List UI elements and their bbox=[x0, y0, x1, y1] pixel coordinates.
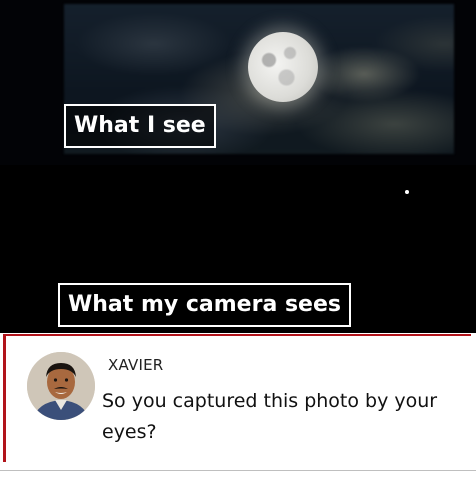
divider bbox=[0, 470, 476, 471]
moon-dot bbox=[405, 190, 409, 194]
comment-card: XAVIER So you captured this photo by you… bbox=[3, 334, 471, 462]
comment-author: XAVIER bbox=[108, 356, 164, 374]
avatar-portrait-icon bbox=[27, 352, 95, 420]
comment-text: So you captured this photo by your eyes? bbox=[102, 390, 438, 443]
avatar bbox=[27, 352, 95, 420]
meme-image: What I see What my camera sees XAVIER So… bbox=[0, 0, 476, 479]
camera-sees-caption: What my camera sees bbox=[58, 283, 351, 327]
moon-photo: What I see bbox=[0, 0, 476, 165]
camera-photo: What my camera sees bbox=[0, 165, 476, 333]
what-i-see-caption: What I see bbox=[64, 104, 216, 148]
full-moon bbox=[248, 32, 318, 102]
